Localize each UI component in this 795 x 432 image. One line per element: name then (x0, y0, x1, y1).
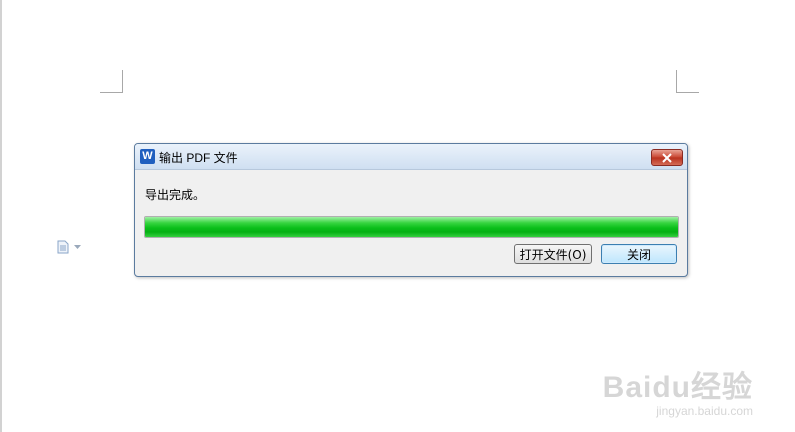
export-pdf-dialog: W 输出 PDF 文件 导出完成。 打开文件(O) 关闭 (134, 143, 688, 277)
open-file-button[interactable]: 打开文件(O) (514, 244, 592, 264)
close-button[interactable]: 关闭 (601, 244, 677, 264)
progress-fill (145, 217, 678, 237)
page-margin-corner-top-right (676, 70, 699, 93)
watermark-brand: Baidu经验 (602, 371, 753, 404)
document-icon (57, 240, 69, 254)
dialog-title: 输出 PDF 文件 (159, 151, 238, 165)
page-left-edge (0, 0, 2, 432)
dialog-title-bar[interactable]: W 输出 PDF 文件 (135, 144, 687, 170)
wps-writer-icon: W (140, 149, 155, 164)
paragraph-layout-tool[interactable] (56, 240, 81, 254)
status-message: 导出完成。 (145, 188, 206, 202)
close-window-button[interactable] (651, 149, 683, 166)
close-icon (662, 152, 672, 163)
page-margin-corner-top-left (100, 70, 123, 93)
watermark-url: jingyan.baidu.com (656, 404, 753, 418)
baidu-jingyan-watermark: Baidu经验 jingyan.baidu.com (603, 362, 753, 418)
chevron-down-icon (74, 244, 81, 249)
export-progress-bar (144, 216, 679, 238)
